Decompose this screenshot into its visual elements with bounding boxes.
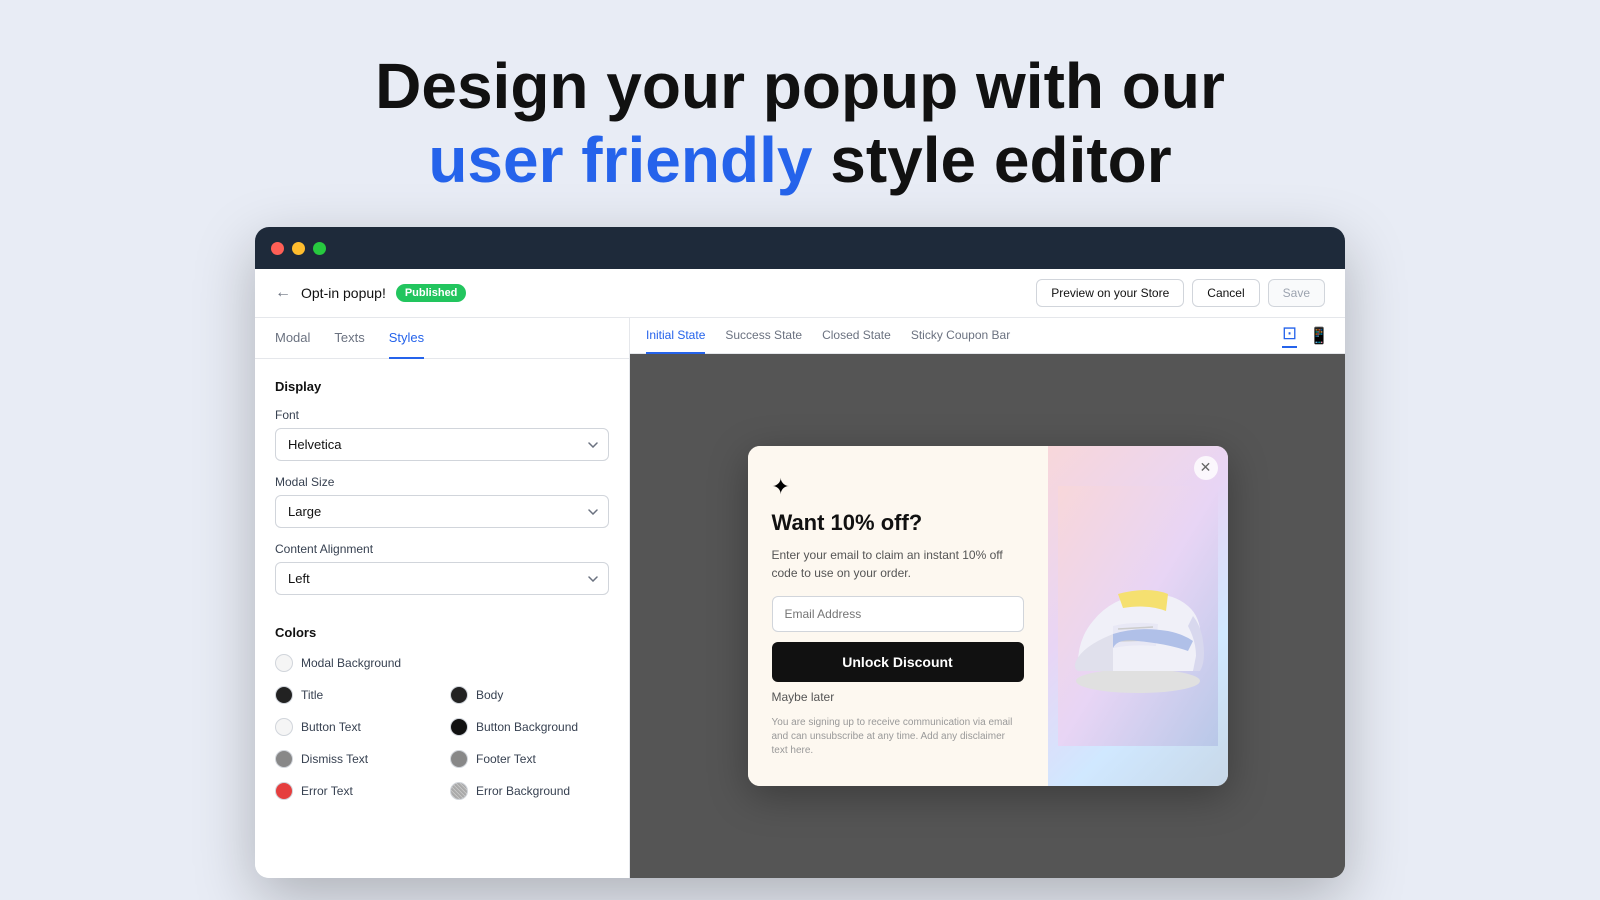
color-label-btn-bg: Button Background (476, 720, 578, 734)
hero-line2: user friendly style editor (375, 124, 1225, 198)
desktop-icon[interactable]: ⊡ (1282, 323, 1297, 348)
content-alignment-label: Content Alignment (275, 542, 609, 556)
color-label-modal-bg: Modal Background (301, 656, 401, 670)
color-row-btn: Button Text Button Background (275, 718, 609, 736)
color-swatch-title (275, 686, 293, 704)
color-footer-text[interactable]: Footer Text (450, 750, 609, 768)
color-label-footer: Footer Text (476, 752, 536, 766)
color-swatch-error-text (275, 782, 293, 800)
preview-content: Initial State Success State Closed State… (630, 318, 1345, 878)
color-swatch-error-bg (450, 782, 468, 800)
left-sidebar: Modal Texts Styles Display Font Helvetic… (255, 318, 630, 878)
preview-button[interactable]: Preview on your Store (1036, 279, 1184, 307)
tab-styles[interactable]: Styles (389, 318, 424, 359)
font-select[interactable]: Helvetica (275, 428, 609, 461)
mobile-icon[interactable]: 📱 (1309, 326, 1329, 346)
maybe-later[interactable]: Maybe later (772, 690, 1024, 704)
dot-red[interactable] (271, 242, 284, 255)
content-alignment-select[interactable]: Left (275, 562, 609, 595)
tab-modal[interactable]: Modal (275, 318, 310, 359)
dot-green[interactable] (313, 242, 326, 255)
right-preview: Initial State Success State Closed State… (630, 318, 1345, 878)
hero-line1: Design your popup with our (375, 50, 1225, 124)
color-row-title-body: Title Body (275, 686, 609, 704)
color-button-background[interactable]: Button Background (450, 718, 609, 736)
save-button[interactable]: Save (1268, 279, 1325, 307)
sidebar-tabs: Modal Texts Styles (255, 318, 629, 359)
color-label-error-text: Error Text (301, 784, 353, 798)
color-row-error: Error Text Error Background (275, 782, 609, 800)
font-label: Font (275, 408, 609, 422)
color-label-error-bg: Error Background (476, 784, 570, 798)
preview-header-row: Initial State Success State Closed State… (630, 318, 1345, 354)
colors-section: Colors Modal Background Title (255, 609, 629, 830)
dot-yellow[interactable] (292, 242, 305, 255)
top-bar: ← Opt-in popup! Published Preview on you… (255, 269, 1345, 318)
cta-button[interactable]: Unlock Discount (772, 642, 1024, 682)
color-modal-background[interactable]: Modal Background (275, 654, 609, 672)
modal-left: ✦ Want 10% off? Enter your email to clai… (748, 446, 1048, 786)
color-label-body: Body (476, 688, 503, 702)
modal-body: Enter your email to claim an instant 10%… (772, 546, 1024, 582)
browser-titlebar (255, 227, 1345, 269)
color-swatch-btn-bg (450, 718, 468, 736)
cancel-button[interactable]: Cancel (1192, 279, 1259, 307)
shoe-illustration (1048, 446, 1228, 786)
color-body[interactable]: Body (450, 686, 609, 704)
modal-size-label: Modal Size (275, 475, 609, 489)
color-error-text[interactable]: Error Text (275, 782, 434, 800)
color-swatch-footer (450, 750, 468, 768)
color-dismiss-text[interactable]: Dismiss Text (275, 750, 434, 768)
email-input[interactable] (772, 596, 1024, 632)
modal-headline: Want 10% off? (772, 510, 1024, 536)
browser-window: ← Opt-in popup! Published Preview on you… (255, 227, 1345, 878)
app-content: ← Opt-in popup! Published Preview on you… (255, 269, 1345, 878)
display-label: Display (275, 379, 609, 394)
color-label-title: Title (301, 688, 323, 702)
preview-state-tabs: Initial State Success State Closed State… (646, 318, 1010, 353)
color-label-btn-text: Button Text (301, 720, 361, 734)
modal-popup: ✦ Want 10% off? Enter your email to clai… (748, 446, 1228, 786)
star-icon: ✦ (772, 474, 1024, 500)
top-bar-actions: Preview on your Store Cancel Save (1036, 279, 1325, 307)
page-title: Opt-in popup! (301, 285, 386, 301)
main-layout: Modal Texts Styles Display Font Helvetic… (255, 318, 1345, 878)
modal-close-button[interactable]: ✕ (1194, 456, 1218, 480)
color-button-text[interactable]: Button Text (275, 718, 434, 736)
color-swatch-body (450, 686, 468, 704)
tab-sticky-coupon-bar[interactable]: Sticky Coupon Bar (911, 318, 1010, 354)
color-row-modal-bg: Modal Background (275, 654, 609, 672)
color-swatch-modal-bg (275, 654, 293, 672)
hero-blue-text: user friendly (428, 124, 812, 196)
colors-label: Colors (275, 625, 609, 640)
tab-initial-state[interactable]: Initial State (646, 318, 705, 354)
hero-dark-text: style editor (812, 124, 1171, 196)
display-section: Display Font Helvetica Modal Size Large … (255, 359, 629, 609)
color-title[interactable]: Title (275, 686, 434, 704)
color-label-dismiss: Dismiss Text (301, 752, 368, 766)
hero-heading: Design your popup with our user friendly… (375, 50, 1225, 197)
color-swatch-dismiss (275, 750, 293, 768)
modal-size-select[interactable]: Large (275, 495, 609, 528)
tab-success-state[interactable]: Success State (725, 318, 802, 354)
preview-canvas: ✦ Want 10% off? Enter your email to clai… (630, 354, 1345, 878)
color-error-background[interactable]: Error Background (450, 782, 609, 800)
color-swatch-btn-text (275, 718, 293, 736)
modal-right-image (1048, 446, 1228, 786)
tab-texts[interactable]: Texts (334, 318, 364, 359)
shoe-svg (1058, 486, 1218, 746)
published-badge: Published (396, 284, 467, 302)
color-row-dismiss-footer: Dismiss Text Footer Text (275, 750, 609, 768)
tab-closed-state[interactable]: Closed State (822, 318, 891, 354)
back-button[interactable]: ← (275, 284, 291, 302)
device-icons: ⊡ 📱 (1282, 323, 1329, 348)
disclaimer-text: You are signing up to receive communicat… (772, 716, 1024, 758)
